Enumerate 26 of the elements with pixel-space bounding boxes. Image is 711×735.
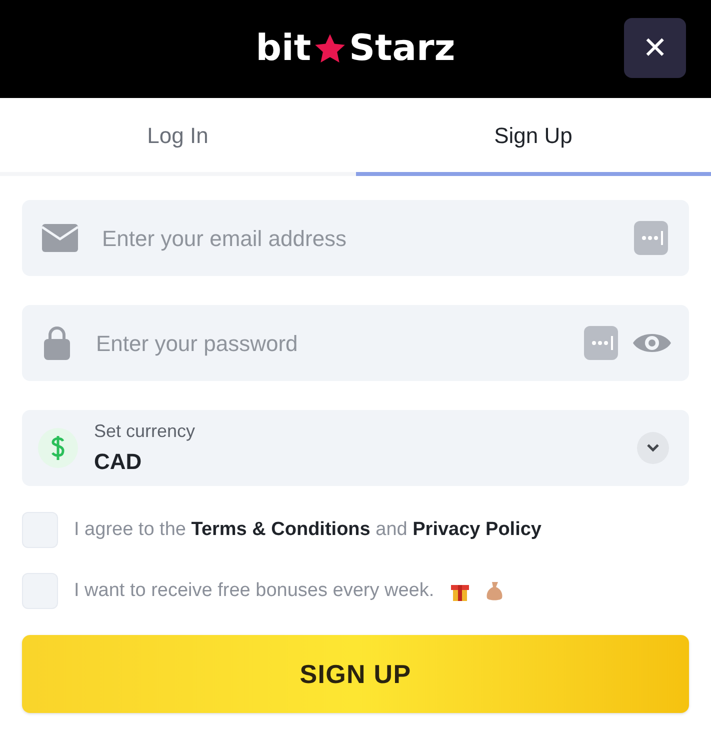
checkbox[interactable] [22, 573, 58, 609]
consent-text: I want to receive free bonuses every week. [74, 578, 434, 603]
privacy-link[interactable]: Privacy Policy [412, 518, 542, 540]
password-manager-icon[interactable] [583, 325, 619, 361]
logo-text: Starz [349, 27, 456, 71]
email-input[interactable]: Enter your email address [102, 222, 609, 254]
tab[interactable]: Sign Up [356, 98, 711, 176]
terms-link[interactable]: Terms & Conditions [191, 518, 370, 540]
money-bag-icon [486, 580, 504, 602]
password-input[interactable]: Enter your password [96, 326, 559, 360]
email-field[interactable]: Enter your email address [22, 200, 689, 276]
password-field[interactable]: Enter your password [22, 305, 689, 381]
field-label: Set currency [94, 420, 196, 443]
checkbox[interactable] [22, 512, 58, 548]
chevron-icon [637, 432, 669, 464]
logo-text: bit [256, 27, 312, 71]
tab[interactable]: Log In [0, 98, 356, 176]
password-manager-icon[interactable] [633, 220, 669, 256]
sign-up-button[interactable]: SIGN UP [22, 635, 689, 713]
currency-select[interactable]: Set currency CAD [22, 410, 689, 486]
consent-text: I agree to the Terms & Conditions and Privacy Policy [74, 518, 542, 542]
dollar-icon [38, 428, 78, 468]
envelope-icon [42, 224, 78, 252]
field-value: CAD [94, 448, 143, 476]
lock-icon [42, 325, 72, 361]
close-button[interactable]: ✕ [624, 18, 686, 78]
